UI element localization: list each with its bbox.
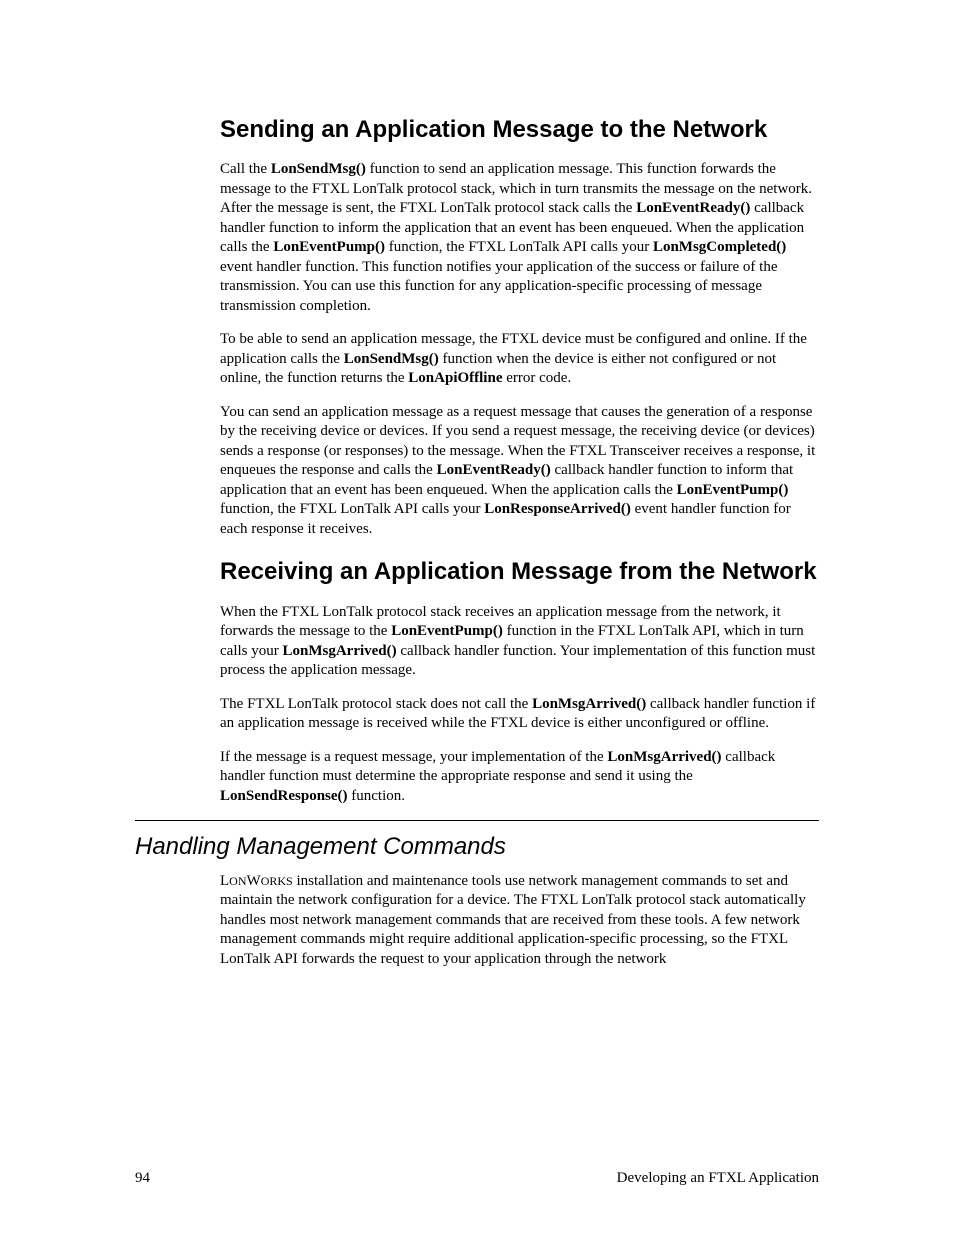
- para-1: Call the LonSendMsg() function to send a…: [220, 160, 819, 316]
- para-3: You can send an application message as a…: [220, 403, 819, 540]
- fn-lonmsgcompleted: LonMsgCompleted(): [653, 239, 786, 255]
- text: function, the FTXL LonTalk API calls you…: [220, 501, 484, 517]
- text: ON: [229, 874, 246, 888]
- para-6: If the message is a request message, you…: [220, 748, 819, 807]
- fn-lonsendmsg: LonSendMsg(): [271, 161, 366, 177]
- text: error code.: [502, 370, 571, 386]
- fn-loneventpump: LonEventPump(): [677, 482, 789, 498]
- heading-sending: Sending an Application Message to the Ne…: [220, 115, 819, 144]
- content-block-2: LONWORKS installation and maintenance to…: [220, 872, 819, 970]
- fn-loneventready: LonEventReady(): [636, 200, 750, 216]
- text: function.: [348, 788, 406, 804]
- page-number: 94: [135, 1170, 150, 1187]
- heading-handling: Handling Management Commands: [135, 821, 819, 862]
- text: event handler function. This function no…: [220, 259, 777, 314]
- fn-lonmsgarrived: LonMsgArrived(): [607, 749, 721, 765]
- para-2: To be able to send an application messag…: [220, 330, 819, 389]
- page: Sending an Application Message to the Ne…: [0, 0, 954, 1235]
- const-lonapioffline: LonApiOffline: [408, 370, 502, 386]
- footer-title: Developing an FTXL Application: [617, 1170, 819, 1187]
- para-5: The FTXL LonTalk protocol stack does not…: [220, 695, 819, 734]
- text: W: [247, 873, 261, 889]
- fn-lonresponsearrived: LonResponseArrived(): [484, 501, 631, 517]
- heading-receiving: Receiving an Application Message from th…: [220, 557, 819, 586]
- page-footer: 94 Developing an FTXL Application: [135, 1170, 819, 1187]
- para-7: LONWORKS installation and maintenance to…: [220, 872, 819, 970]
- fn-loneventpump: LonEventPump(): [273, 239, 385, 255]
- text: function, the FTXL LonTalk API calls you…: [385, 239, 653, 255]
- text: ORKS: [261, 874, 293, 888]
- fn-loneventready: LonEventReady(): [437, 462, 551, 478]
- fn-lonmsgarrived: LonMsgArrived(): [532, 696, 646, 712]
- text: The FTXL LonTalk protocol stack does not…: [220, 696, 532, 712]
- text: If the message is a request message, you…: [220, 749, 607, 765]
- text: installation and maintenance tools use n…: [220, 873, 806, 967]
- para-4: When the FTXL LonTalk protocol stack rec…: [220, 603, 819, 681]
- fn-lonsendmsg: LonSendMsg(): [344, 351, 439, 367]
- fn-lonsendresponse: LonSendResponse(): [220, 788, 348, 804]
- fn-lonmsgarrived: LonMsgArrived(): [282, 643, 396, 659]
- text: Call the: [220, 161, 271, 177]
- text: L: [220, 873, 229, 889]
- content-block-1: Sending an Application Message to the Ne…: [220, 115, 819, 806]
- fn-loneventpump: LonEventPump(): [391, 623, 503, 639]
